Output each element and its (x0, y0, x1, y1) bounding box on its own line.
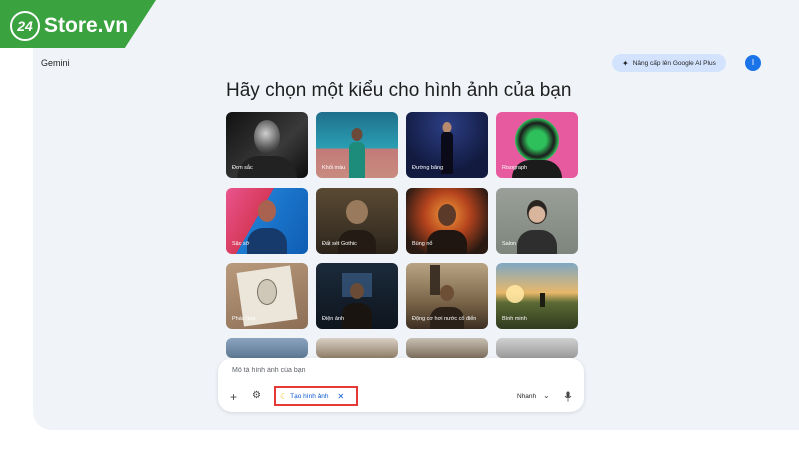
style-card-bung-no[interactable]: Bùng nổ (406, 188, 488, 254)
style-label: Đất sét Gothic (322, 241, 357, 247)
close-icon[interactable]: ✕ (337, 392, 344, 401)
style-card-don-sac[interactable]: Đơn sắc (226, 112, 308, 178)
left-margin (0, 0, 33, 450)
portrait-image (254, 120, 280, 154)
style-card-partial[interactable] (406, 338, 488, 358)
portrait-image (351, 128, 363, 141)
figure-silhouette (540, 293, 545, 307)
portrait-image (257, 279, 277, 305)
style-label: Bùng nổ (412, 241, 433, 247)
style-label: Phác hoạ (232, 316, 256, 322)
logo-text: Store.vn (44, 14, 129, 37)
portrait-image (440, 285, 454, 301)
mic-icon[interactable] (564, 391, 572, 402)
figure-body (349, 142, 365, 178)
style-card-binh-minh[interactable]: Bình minh (496, 263, 578, 329)
style-card-salon[interactable]: Salon (496, 188, 578, 254)
style-label: Điện ảnh (322, 316, 345, 322)
style-card-partial[interactable] (496, 338, 578, 358)
portrait-image (350, 283, 364, 299)
app-title: Gemini (41, 58, 70, 68)
model-speed-label[interactable]: Nhanh (517, 393, 536, 400)
style-label: Salon (502, 241, 517, 247)
style-card-khoi-mau[interactable]: Khối màu (316, 112, 398, 178)
style-label: Bình minh (502, 316, 527, 322)
create-image-chip[interactable]: ☾ Tạo hình ảnh ✕ (274, 386, 358, 406)
style-card-phac-hoa[interactable]: Phác hoạ (226, 263, 308, 329)
clock-tower (430, 265, 440, 295)
style-card-steampunk[interactable]: Động cơ hơi nước cổ điển (406, 263, 488, 329)
page-title: Hãy chọn một kiểu cho hình ảnh của bạn (226, 80, 572, 101)
style-card-risograph[interactable]: Risograph (496, 112, 578, 178)
upgrade-button[interactable]: ✦ Nâng cấp lên Google AI Plus (612, 54, 726, 72)
style-label: Risograph (502, 165, 528, 171)
style-label: Khối màu (322, 165, 346, 171)
style-card-partial[interactable] (316, 338, 398, 358)
portrait-image (346, 200, 368, 224)
chevron-down-icon[interactable]: ⌄ (543, 391, 550, 400)
prompt-input[interactable] (230, 366, 534, 375)
plus-icon[interactable]: + (230, 390, 237, 404)
style-card-sac-so[interactable]: Sặc sỡ (226, 188, 308, 254)
sparkle-icon: ✦ (622, 58, 629, 68)
style-label: Đơn sắc (232, 165, 253, 171)
style-card-duong-bang[interactable]: Đường băng (406, 112, 488, 178)
portrait-image (258, 200, 276, 222)
upgrade-label: Nâng cấp lên Google AI Plus (632, 59, 716, 67)
sun-glow (506, 285, 524, 303)
style-card-dat-set-gothic[interactable]: Đất sét Gothic (316, 188, 398, 254)
tune-icon[interactable]: ⚙ (252, 390, 261, 401)
portrait-image (515, 118, 559, 162)
style-card-partial[interactable] (226, 338, 308, 358)
portrait-image (438, 204, 456, 226)
banana-icon: ☾ (280, 391, 288, 401)
chip-label: Tạo hình ảnh (290, 392, 329, 400)
logo-badge: 24 (10, 11, 40, 41)
style-label: Sặc sỡ (232, 241, 250, 247)
style-card-dien-anh[interactable]: Điện ảnh (316, 263, 398, 329)
prompt-box: + ⚙ ☾ Tạo hình ảnh ✕ Nhanh ⌄ (218, 358, 584, 412)
avatar[interactable]: I (745, 55, 761, 71)
style-label: Động cơ hơi nước cổ điển (412, 316, 477, 322)
style-label: Đường băng (412, 165, 444, 171)
portrait-image (527, 200, 547, 224)
